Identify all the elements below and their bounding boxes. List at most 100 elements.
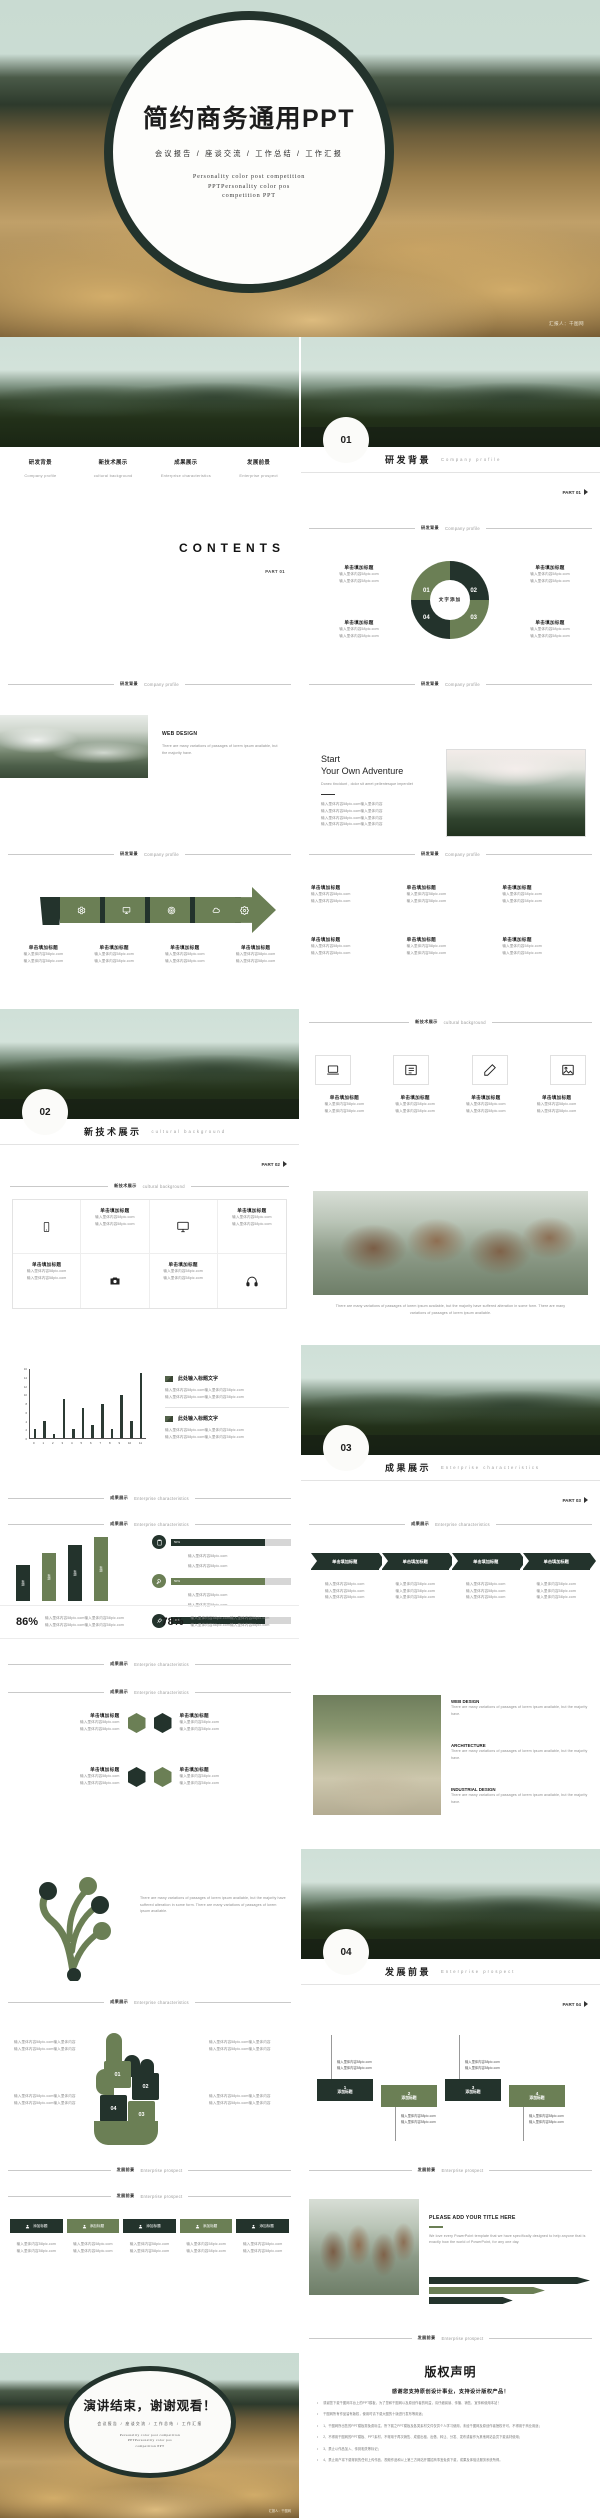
ribbon-slide[interactable]: 研发背景 Company profile 单击填加标题 输入里体内容58pic.… <box>0 841 299 1009</box>
footer-rule-stats: 成果展示 Enterprise characteristics <box>8 1521 292 1527</box>
grid8-cell-3[interactable] <box>149 1200 218 1254</box>
puzzle-piece-01[interactable]: 01 <box>104 2061 131 2088</box>
timeline-card-2[interactable]: 2 添加标题 <box>381 2085 437 2107</box>
bike-card-3[interactable]: INDUSTRIAL DESIGN There are many variati… <box>451 1787 588 1805</box>
overview-item-3-cn: 成果展示 <box>174 460 198 466</box>
hex-icon-2[interactable] <box>153 1713 172 1733</box>
grid8-cell-4[interactable]: 单击填加标题 输入里体内容58pic.com 输入里体内容58pic.com <box>217 1200 286 1254</box>
section-divider-01[interactable]: 01 研发背景 Company profile PART 01 <box>301 337 600 505</box>
puzzle-piece-04[interactable]: 04 <box>100 2095 127 2122</box>
vbar-4[interactable]: 标题 <box>94 1537 108 1601</box>
tab-5[interactable]: 添加标题 <box>236 2219 289 2233</box>
copyright-slide[interactable]: 版权声明 感谢您支持原创设计事业，支持设计版权产品！ • 感谢您下载千图网平台上的… <box>301 2353 600 2518</box>
tree-diagram-slide[interactable]: There are many variations of passages of… <box>0 1849 299 2017</box>
percent-left[interactable]: 86% 输入里体内容58pic.com输入里体内容58pic.com 输入里体内容… <box>0 1615 154 1628</box>
chevrons-slide[interactable]: 成果展示 Enterprise characteristics 单击填加标题 单… <box>301 1513 600 1681</box>
overview-item-1[interactable]: 研发背景 Company profile <box>4 447 77 478</box>
puzzle-piece-02[interactable]: 02 <box>132 2073 159 2100</box>
adventure-divider <box>321 793 335 796</box>
slide-row-3: 研发背景 Company profile WEB DESIGN There ar… <box>0 673 600 841</box>
chevron-4[interactable]: 单击填加标题 <box>522 1553 596 1570</box>
grid8-cell-5[interactable]: 单击填加标题 输入里体内容58pic.com 输入里体内容58pic.com <box>13 1254 82 1308</box>
tab-2[interactable]: 添加标题 <box>66 2219 120 2233</box>
camera-icon <box>110 1277 120 1285</box>
web-design-title: WEB DESIGN <box>162 731 198 737</box>
user-icon <box>82 2224 86 2228</box>
arrow-bar-3[interactable] <box>429 2297 513 2304</box>
play-triangle-icon <box>283 1161 287 1167</box>
chevron-2[interactable]: 单击填加标题 <box>381 1553 455 1570</box>
bike-card-2[interactable]: ARCHITECTURE There are many variations o… <box>451 1743 588 1761</box>
web-design-slide[interactable]: 研发背景 Company profile WEB DESIGN There ar… <box>0 673 299 841</box>
contents-slide[interactable]: CONTENTS PART 01 <box>0 505 299 673</box>
overview-item-3[interactable]: 成果展示 Enterprise characteristics <box>150 447 223 478</box>
tabs-captions: 输入里体内容58pic.com 输入里体内容58pic.com 输入里体内容58p… <box>16 2242 283 2253</box>
tab-3[interactable]: 添加标题 <box>123 2219 176 2233</box>
icon-card-1[interactable] <box>315 1055 351 1085</box>
adventure-slide[interactable]: 研发背景 Company profile Start Your Own Adve… <box>301 673 600 841</box>
ribbon-head-arrow[interactable] <box>226 887 276 933</box>
donut-center-label: 文字添加 <box>430 580 470 620</box>
icon-row-slide[interactable]: 新技术展示 cultural background 单击填加标题 输入里体内容58… <box>301 1009 600 1177</box>
overview-item-2[interactable]: 新技术展示 cultural background <box>77 447 150 478</box>
bike-cards-slide[interactable]: WEB DESIGN There are many variations of … <box>301 1681 600 1849</box>
section-divider-04[interactable]: 04 发展前景 Enterprise prospect PART 04 <box>301 1849 600 2017</box>
chevron-1[interactable]: 单击填加标题 <box>311 1553 384 1570</box>
section-divider-03[interactable]: 03 成果展示 Enterprise characteristics PART … <box>301 1345 600 1513</box>
tab-4[interactable]: 添加标题 <box>179 2219 233 2233</box>
tab-1[interactable]: 添加标题 <box>10 2219 63 2233</box>
bar-chart: 16 14 12 10 8 6 4 2 0 0 1 2 3 4 5 6 7 8 … <box>16 1367 146 1451</box>
timeline-card-3[interactable]: 3 添加标题 <box>445 2079 501 2101</box>
legend-entry-1[interactable]: 此处输入标题文字 <box>165 1375 289 1382</box>
icon-card-3[interactable] <box>471 1055 508 1085</box>
percent-right[interactable]: 78% 输入里体内容58pic.com输入里体内容58pic.com 输入里体内容… <box>154 1615 300 1628</box>
vbar-1[interactable]: 标题 <box>16 1565 30 1601</box>
cover-subtitle: 会议报告 / 座谈交流 / 工作总结 / 工作汇报 <box>155 149 343 159</box>
grid8-slide[interactable]: 新技术展示 cultural background 单击填加标题 输入里体内容58… <box>0 1177 299 1345</box>
grid8-cell-1[interactable] <box>13 1200 82 1254</box>
hex-icons-slide[interactable]: 成果展示 Enterprise characteristics 单击填加标题 输入… <box>0 1681 299 1849</box>
stats-slide[interactable]: 成果展示 Enterprise characteristics 标题 标题 标题… <box>0 1513 299 1681</box>
vbar-2[interactable]: 标题 <box>42 1553 56 1601</box>
arrow-bar-2[interactable] <box>429 2287 545 2294</box>
slide-row-1: 研发背景 Company profile 新技术展示 cultural back… <box>0 337 600 505</box>
ribbon-seg-3[interactable] <box>150 897 192 923</box>
icon-card-2[interactable] <box>393 1055 430 1085</box>
vbar-3[interactable]: 标题 <box>68 1545 82 1601</box>
timeline-card-1[interactable]: 1 添加标题 <box>317 2079 373 2101</box>
leaves-slide[interactable]: There are many variations of passages of… <box>301 1177 600 1345</box>
ribbon-seg-1[interactable] <box>60 897 102 923</box>
footer-rule-iconrow: 新技术展示 cultural background <box>309 1019 593 1025</box>
icon-card-4[interactable] <box>549 1055 586 1085</box>
ribbon-seg-2[interactable] <box>105 897 147 923</box>
progress-row-1[interactable]: 50% <box>152 1535 291 1549</box>
tabs-slide[interactable]: 发展前景 Enterprise prospect 添加标题 添加标题 添加标题 … <box>0 2185 299 2353</box>
puzzle-slide[interactable]: 01 02 03 04 输入里体内容58pic.com输入里体内容 输入里体内容… <box>0 2017 299 2185</box>
section-03-en: Enterprise characteristics <box>441 1465 541 1470</box>
text-columns-slide[interactable]: 研发背景 Company profile 单击填加标题 输入里体内容58pic.c… <box>301 841 600 1009</box>
section-04-en: Enterprise prospect <box>441 1969 516 1974</box>
donut-slide[interactable]: 研发背景 Company profile 01 02 03 04 文字添加 单击… <box>301 505 600 673</box>
legend-entry-2[interactable]: 此处输入标题文字 <box>165 1415 289 1422</box>
section-divider-02[interactable]: 02 新技术展示 cultural background PART 02 <box>0 1009 299 1177</box>
progress-row-2[interactable]: 50% <box>152 1574 291 1589</box>
grid8-cell-2[interactable]: 单击填加标题 输入里体内容58pic.com 输入里体内容58pic.com <box>81 1200 150 1254</box>
cover-slide[interactable]: 简约商务通用PPT 会议报告 / 座谈交流 / 工作总结 / 工作汇报 Pers… <box>0 0 600 337</box>
overview-item-4[interactable]: 发展前景 Enterprise prospect <box>222 447 295 478</box>
bike-card-1[interactable]: WEB DESIGN There are many variations of … <box>451 1699 588 1717</box>
closing-slide[interactable]: 演讲结束，谢谢观看！ 会议报告 / 座谈交流 / 工作总结 / 工作汇报 Per… <box>0 2353 299 2518</box>
grid8-cell-6[interactable] <box>81 1254 150 1308</box>
chevron-3[interactable]: 单击填加标题 <box>452 1553 525 1570</box>
hex-icon-3[interactable] <box>127 1767 146 1787</box>
arrow-bar-1[interactable] <box>429 2277 590 2284</box>
hex-icon-1[interactable] <box>127 1713 146 1733</box>
please-add-slide[interactable]: PLEASE ADD YOUR TITLE HERE We love every… <box>301 2185 600 2353</box>
grid8-cell-7[interactable]: 单击填加标题 输入里体内容58pic.com 输入里体内容58pic.com <box>150 1254 218 1308</box>
timeline-card-4[interactable]: 4 添加标题 <box>509 2085 565 2107</box>
hex-icon-4[interactable] <box>153 1767 172 1787</box>
timeline-slide[interactable]: 输入里体内容58pic.com 输入里体内容58pic.com 输入里体内容58p… <box>301 2017 600 2185</box>
overview-slide[interactable]: 研发背景 Company profile 新技术展示 cultural back… <box>0 337 299 505</box>
grid8-cell-8[interactable] <box>218 1254 286 1308</box>
settings-icon <box>239 905 249 915</box>
bar-chart-slide[interactable]: 16 14 12 10 8 6 4 2 0 0 1 2 3 4 5 6 7 8 … <box>0 1345 299 1513</box>
